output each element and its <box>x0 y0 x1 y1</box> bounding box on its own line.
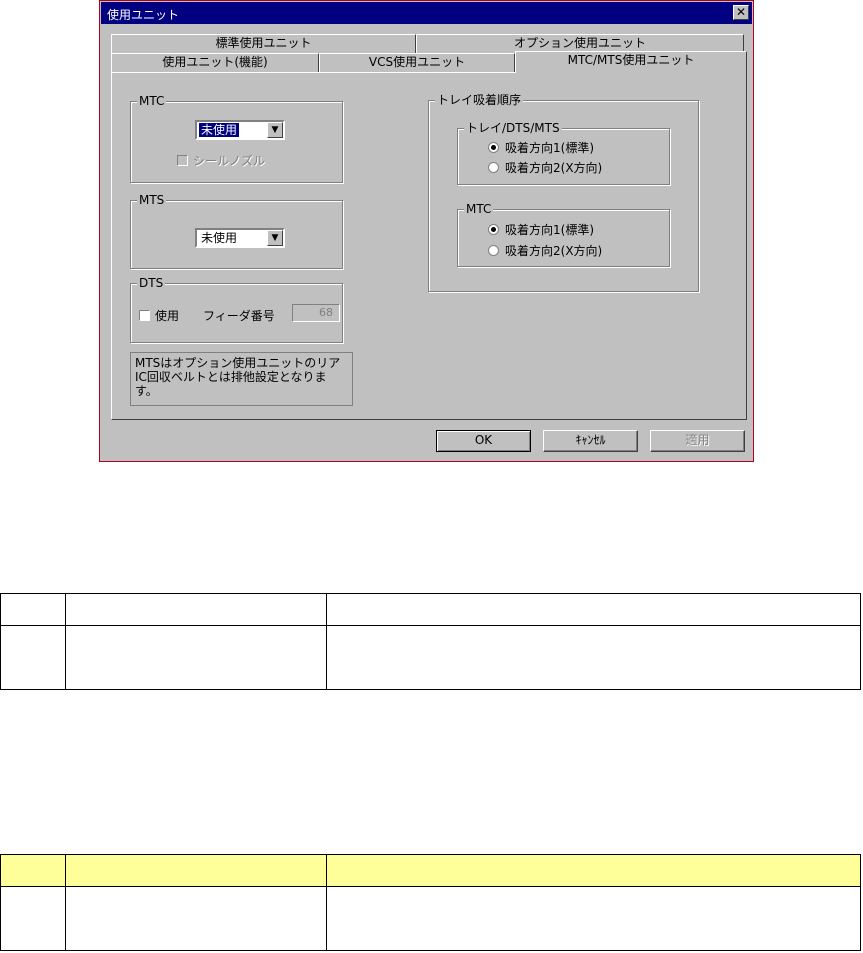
radio-dot <box>491 145 496 150</box>
tab-panel: MTC 未使用 ▼ シールノズル MTS 未使用 ▼ DTS 使用 フィーダ番号… <box>111 72 747 420</box>
title-bar[interactable]: 使用ユニット ✕ <box>101 2 752 24</box>
table-cell <box>0 593 66 626</box>
tray-dts-mts-label: トレイ/DTS/MTS <box>464 121 562 135</box>
tray-dts-mts-group: トレイ/DTS/MTS 吸着方向1(標準) 吸着方向2(X方向) <box>457 121 670 185</box>
tray-direction2-radio[interactable] <box>488 162 499 173</box>
tray-mtc-label: MTC <box>464 202 494 216</box>
tab-standard-unit[interactable]: 標準使用ユニット <box>111 34 416 53</box>
tray-direction1-radio[interactable] <box>488 142 499 153</box>
mts-group: MTS 未使用 ▼ <box>130 193 343 269</box>
ok-button[interactable]: OK <box>436 430 531 452</box>
table-1 <box>0 593 861 690</box>
tray-direction1-label: 吸着方向1(標準) <box>505 141 594 155</box>
exclusive-note: MTSはオプション使用ユニットのリアIC回収ベルトとは排他設定となります。 <box>130 352 353 406</box>
seal-nozzle-label: シールノズル <box>193 154 266 168</box>
dialog-window: 使用ユニット ✕ 標準使用ユニット オプション使用ユニット 使用ユニット(機能)… <box>99 0 754 462</box>
mtc-direction2-label: 吸着方向2(X方向) <box>505 244 603 258</box>
table-cell <box>0 886 66 951</box>
tray-direction2-label: 吸着方向2(X方向) <box>505 161 603 175</box>
chevron-down-icon[interactable]: ▼ <box>267 230 283 246</box>
dts-group: DTS 使用 フィーダ番号 68 <box>130 276 343 343</box>
table-cell <box>65 593 327 626</box>
radio-dot <box>491 227 496 232</box>
mtc-select-value: 未使用 <box>199 123 240 137</box>
tray-suction-order-group: トレイ吸着順序 トレイ/DTS/MTS 吸着方向1(標準) 吸着方向2(X方向)… <box>428 93 699 292</box>
cancel-button[interactable]: ｷｬﾝｾﾙ <box>543 430 638 452</box>
mts-select[interactable]: 未使用 ▼ <box>195 228 285 248</box>
mts-group-label: MTS <box>137 193 167 207</box>
apply-button[interactable]: 適用 <box>650 430 745 452</box>
dts-use-checkbox[interactable] <box>139 310 150 321</box>
mts-select-value: 未使用 <box>201 231 238 245</box>
seal-nozzle-checkbox[interactable] <box>177 155 188 166</box>
chevron-down-icon[interactable]: ▼ <box>267 122 283 138</box>
close-icon[interactable]: ✕ <box>733 5 749 20</box>
feeder-number-field[interactable]: 68 <box>292 304 340 322</box>
tab-mtc-mts-unit[interactable]: MTC/MTS使用ユニット <box>515 51 747 73</box>
table-cell <box>326 625 861 690</box>
dts-group-label: DTS <box>137 276 166 290</box>
table-cell <box>326 593 861 626</box>
dts-use-label: 使用 <box>155 309 180 323</box>
tray-suction-order-label: トレイ吸着順序 <box>435 93 524 107</box>
mtc-direction1-radio[interactable] <box>488 224 499 235</box>
table-row <box>0 625 861 690</box>
tray-mtc-group: MTC 吸着方向1(標準) 吸着方向2(X方向) <box>457 202 670 267</box>
table-row <box>0 593 861 626</box>
feeder-number-label: フィーダ番号 <box>203 309 275 323</box>
mtc-direction2-radio[interactable] <box>488 245 499 256</box>
table-cell <box>326 854 861 887</box>
mtc-group-label: MTC <box>137 94 167 108</box>
tab-vcs-unit[interactable]: VCS使用ユニット <box>319 53 515 72</box>
table-cell <box>0 854 66 887</box>
dialog-title: 使用ユニット <box>107 8 180 22</box>
mtc-direction1-label: 吸着方向1(標準) <box>505 223 594 237</box>
table-row <box>0 854 861 887</box>
table-cell <box>0 625 66 690</box>
table-2 <box>0 854 861 951</box>
mtc-select[interactable]: 未使用 ▼ <box>195 120 285 140</box>
table-cell <box>65 854 327 887</box>
table-cell <box>65 886 327 951</box>
table-row <box>0 886 861 951</box>
tab-unit-function[interactable]: 使用ユニット(機能) <box>111 53 319 72</box>
mtc-group: MTC 未使用 ▼ シールノズル <box>130 94 343 183</box>
table-cell <box>65 625 327 690</box>
table-cell <box>326 886 861 951</box>
